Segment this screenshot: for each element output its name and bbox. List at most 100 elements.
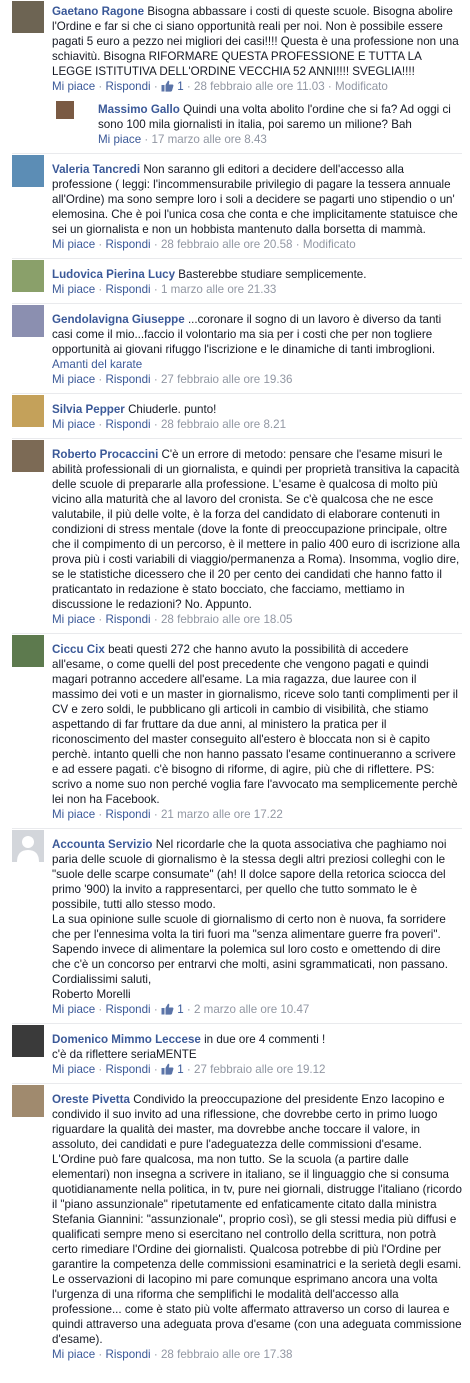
like-button[interactable]: Mi piace [52, 1348, 95, 1361]
author-name[interactable]: Gendolavigna Giuseppe [52, 313, 185, 326]
like-button[interactable]: Mi piace [52, 373, 95, 386]
comment-actions: Mi piace · Rispondi · 1 · 2 marzo alle o… [52, 1002, 462, 1017]
author-name[interactable]: Oreste Pivetta [52, 1093, 130, 1106]
timestamp[interactable]: 28 febbraio alle ore 17.38 [161, 1348, 293, 1361]
comment-body: Ludovica Pierina Lucy Basterebbe studiar… [52, 267, 462, 282]
reply-button[interactable]: Rispondi [106, 1348, 151, 1361]
timestamp[interactable]: 27 febbraio alle ore 19.12 [194, 1063, 326, 1076]
reply-comment: Massimo Gallo Quindi una volta abolito l… [0, 100, 470, 153]
like-button[interactable]: Mi piace [52, 613, 95, 626]
comment-text: C'è un errore di metodo: pensare che l'e… [52, 448, 464, 611]
comment-body: Gendolavigna Giuseppe ...coronare il sog… [52, 312, 462, 372]
avatar[interactable] [12, 830, 44, 862]
page-link[interactable]: Amanti del karate [52, 358, 142, 371]
author-name[interactable]: Ciccu Cix [52, 643, 105, 656]
reply-button[interactable]: Rispondi [106, 80, 151, 93]
avatar[interactable] [12, 155, 44, 187]
reply-button[interactable]: Rispondi [106, 373, 151, 386]
avatar[interactable] [12, 1085, 44, 1117]
timestamp[interactable]: 28 febbraio alle ore 8.21 [161, 418, 286, 431]
separator: · [153, 283, 158, 296]
comment-actions: Mi piace · Rispondi · 27 febbraio alle o… [52, 372, 462, 387]
separator: · [98, 238, 103, 251]
author-name[interactable]: Roberto Procaccini [52, 448, 158, 461]
like-button[interactable]: Mi piace [52, 1003, 95, 1016]
author-name[interactable]: Valeria Tancredi [52, 163, 140, 176]
separator: · [186, 80, 191, 93]
modified-label[interactable]: Modificato [303, 238, 356, 251]
separator: · [153, 373, 158, 386]
reply-button[interactable]: Rispondi [106, 613, 151, 626]
comment-thread: Gaetano Ragone Bisogna abbassare i costi… [0, 0, 470, 1368]
like-count-link[interactable]: 1 [161, 80, 187, 93]
reply-button[interactable]: Rispondi [106, 1063, 151, 1076]
avatar[interactable] [12, 260, 44, 292]
separator: · [186, 1003, 191, 1016]
like-button[interactable]: Mi piace [52, 80, 95, 93]
avatar[interactable] [12, 440, 44, 472]
separator: · [98, 418, 103, 431]
like-count-link[interactable]: 1 [161, 1003, 187, 1016]
comment-text: Condivido la preoccupazione del presiden… [52, 1093, 466, 1346]
like-button[interactable]: Mi piace [52, 808, 95, 821]
separator: · [98, 1348, 103, 1361]
timestamp[interactable]: 28 febbraio alle ore 11.03 [194, 80, 325, 93]
like-button[interactable]: Mi piace [52, 283, 95, 296]
like-button[interactable]: Mi piace [98, 133, 141, 146]
comment-actions: Mi piace · Rispondi · 28 febbraio alle o… [52, 1347, 462, 1362]
modified-label[interactable]: Modificato [335, 80, 388, 93]
author-name[interactable]: Gaetano Ragone [52, 5, 144, 18]
separator: · [98, 80, 103, 93]
like-button[interactable]: Mi piace [52, 418, 95, 431]
reply-button[interactable]: Rispondi [106, 283, 151, 296]
like-button[interactable]: Mi piace [52, 238, 95, 251]
comment-actions: Mi piace · Rispondi · 1 · 27 febbraio al… [52, 1062, 462, 1077]
like-button[interactable]: Mi piace [52, 1063, 95, 1076]
separator: · [98, 808, 103, 821]
comment-text: Nel ricordarle che la quota associativa … [52, 838, 448, 1001]
separator: · [144, 133, 149, 146]
timestamp[interactable]: 28 febbraio alle ore 20.58 [161, 238, 293, 251]
comment: Accounta Servizio Nel ricordarle che la … [0, 829, 470, 1023]
avatar[interactable] [12, 635, 44, 667]
separator: · [153, 238, 158, 251]
reply-button[interactable]: Rispondi [106, 238, 151, 251]
author-name[interactable]: Silvia Pepper [52, 403, 125, 416]
reply-button[interactable]: Rispondi [106, 418, 151, 431]
avatar[interactable] [12, 305, 44, 337]
comment-body: Ciccu Cix beati questi 272 che hanno avu… [52, 642, 462, 807]
comment: Ciccu Cix beati questi 272 che hanno avu… [0, 634, 470, 828]
author-name[interactable]: Domenico Mimmo Leccese [52, 1033, 201, 1046]
author-name[interactable]: Massimo Gallo [98, 103, 180, 116]
author-name[interactable]: Ludovica Pierina Lucy [52, 268, 175, 281]
timestamp[interactable]: 1 marzo alle ore 21.33 [161, 283, 276, 296]
separator: · [153, 1348, 158, 1361]
avatar[interactable] [56, 101, 74, 119]
comment-actions: Mi piace · 17 marzo alle ore 8.43 [98, 132, 462, 147]
comment-actions: Mi piace · Rispondi · 1 · 28 febbraio al… [52, 79, 462, 94]
separator: · [98, 283, 103, 296]
comment-body: Roberto Procaccini C'è un errore di meto… [52, 447, 462, 612]
timestamp[interactable]: 2 marzo alle ore 10.47 [194, 1003, 309, 1016]
timestamp[interactable]: 17 marzo alle ore 8.43 [152, 133, 267, 146]
avatar[interactable] [12, 395, 44, 427]
reply-button[interactable]: Rispondi [106, 1003, 151, 1016]
thumbs-up-icon [161, 1063, 174, 1075]
timestamp[interactable]: 27 febbraio alle ore 19.36 [161, 373, 293, 386]
timestamp[interactable]: 28 febbraio alle ore 18.05 [161, 613, 293, 626]
comment-actions: Mi piace · Rispondi · 28 febbraio alle o… [52, 612, 462, 627]
author-name[interactable]: Accounta Servizio [52, 838, 153, 851]
separator: · [153, 613, 158, 626]
avatar[interactable] [12, 1, 44, 33]
separator: · [153, 1063, 158, 1076]
avatar[interactable] [12, 1025, 44, 1057]
comment-body: Gaetano Ragone Bisogna abbassare i costi… [52, 4, 462, 79]
default-avatar-icon [17, 836, 39, 862]
comment: Gaetano Ragone Bisogna abbassare i costi… [0, 0, 470, 100]
like-count-link[interactable]: 1 [161, 1063, 187, 1076]
comment-body: Domenico Mimmo Leccese in due ore 4 comm… [52, 1032, 462, 1062]
timestamp[interactable]: 21 marzo alle ore 17.22 [161, 808, 283, 821]
reply-button[interactable]: Rispondi [106, 808, 151, 821]
comment: Silvia Pepper Chiuderle. punto! Mi piace… [0, 394, 470, 438]
comment: Gendolavigna Giuseppe ...coronare il sog… [0, 304, 470, 393]
